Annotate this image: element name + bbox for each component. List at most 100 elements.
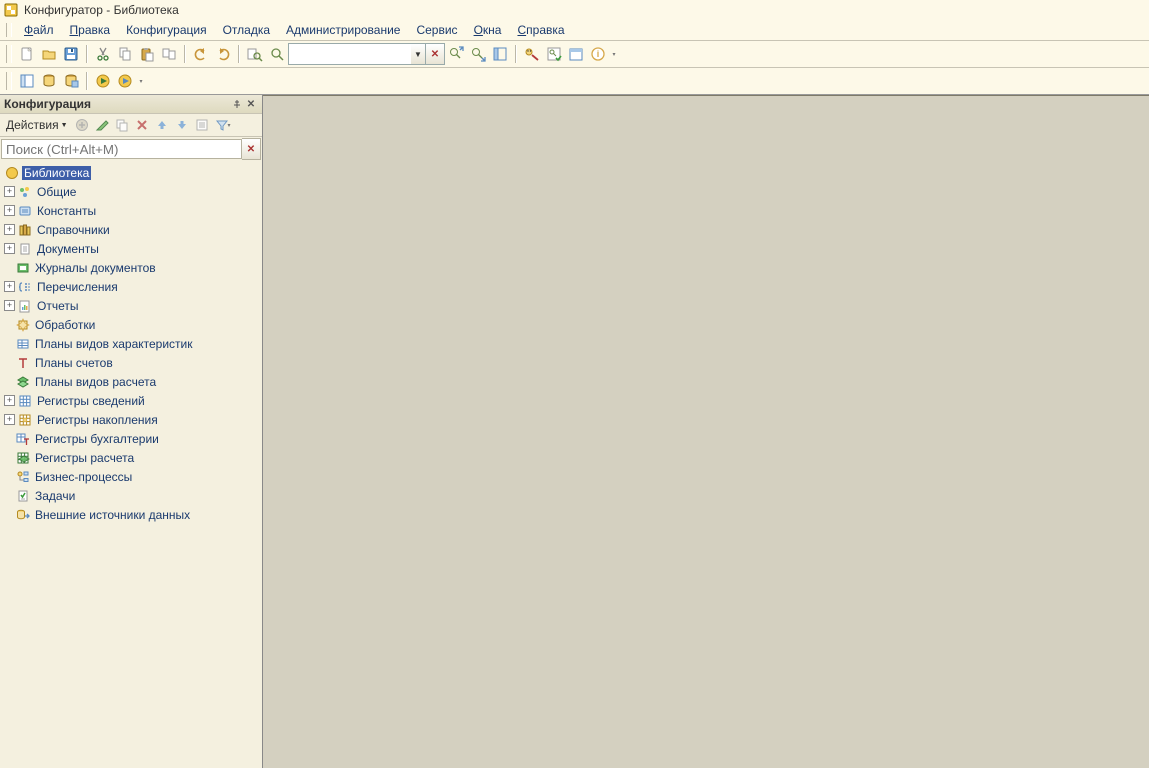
menu-file[interactable]: Файл [16, 21, 62, 39]
menu-help[interactable]: Справка [509, 21, 572, 39]
tree-item-accumreg[interactable]: + Регистры накопления [0, 410, 262, 429]
tree-item-tasks[interactable]: Задачи [0, 486, 262, 505]
tree-item-catalogs[interactable]: + Справочники [0, 220, 262, 239]
move-down-button[interactable] [172, 115, 192, 135]
calendar-button[interactable] [565, 43, 587, 65]
db-config-button[interactable] [38, 70, 60, 92]
tree-label[interactable]: Константы [35, 204, 98, 218]
tree-label[interactable]: Документы [35, 242, 101, 256]
tree-item-root[interactable]: Библиотека [0, 163, 262, 182]
tree-label[interactable]: Планы видов расчета [33, 375, 158, 389]
tree-item-accreg[interactable]: Регистры бухгалтерии [0, 429, 262, 448]
menu-handle[interactable] [6, 23, 12, 37]
expander-icon[interactable]: + [4, 300, 15, 311]
undo-button[interactable] [190, 43, 212, 65]
tree-label[interactable]: Регистры накопления [35, 413, 160, 427]
tree-item-constants[interactable]: + Константы [0, 201, 262, 220]
zoom-button[interactable] [266, 43, 288, 65]
start-debug-button[interactable] [92, 70, 114, 92]
tree-item-enums[interactable]: + Перечисления [0, 277, 262, 296]
expander-icon[interactable]: + [4, 395, 15, 406]
panel-search-clear[interactable]: ✕ [242, 138, 261, 160]
help-dropdown[interactable]: ▾ [609, 43, 619, 65]
tree-item-common[interactable]: + Общие [0, 182, 262, 201]
menu-service[interactable]: Сервис [408, 21, 465, 39]
add-button[interactable] [72, 115, 92, 135]
tree-item-reports[interactable]: + Отчеты [0, 296, 262, 315]
expander-icon[interactable]: + [4, 224, 15, 235]
copy-tree-button[interactable] [112, 115, 132, 135]
expander-icon[interactable]: + [4, 243, 15, 254]
tree-label[interactable]: Перечисления [35, 280, 120, 294]
close-panel-icon[interactable]: ✕ [244, 97, 258, 111]
compare-button[interactable] [158, 43, 180, 65]
tree-label[interactable]: Планы счетов [33, 356, 115, 370]
actions-menu[interactable]: Действия ▼ [2, 118, 72, 132]
tree-label[interactable]: Регистры сведений [35, 394, 147, 408]
tree-item-bp[interactable]: Бизнес-процессы [0, 467, 262, 486]
tree-label[interactable]: Обработки [33, 318, 97, 332]
menu-debug[interactable]: Отладка [215, 21, 278, 39]
menu-admin[interactable]: Администрирование [278, 21, 408, 39]
tree-label[interactable]: Регистры бухгалтерии [33, 432, 161, 446]
tree-item-journals[interactable]: Журналы документов [0, 258, 262, 277]
redo-button[interactable] [212, 43, 234, 65]
pin-icon[interactable] [230, 97, 244, 111]
help-button[interactable]: i [587, 43, 609, 65]
cut-button[interactable] [92, 43, 114, 65]
expander-icon[interactable]: + [4, 281, 15, 292]
syntax-assist-button[interactable] [521, 43, 543, 65]
menu-edit[interactable]: Правка [62, 21, 119, 39]
tree-item-processing[interactable]: Обработки [0, 315, 262, 334]
tree-label[interactable]: Журналы документов [33, 261, 158, 275]
open-config-button[interactable] [16, 70, 38, 92]
toolbar2-handle[interactable] [6, 72, 12, 90]
tree-label[interactable]: Регистры расчета [33, 451, 136, 465]
start-dropdown[interactable]: ▾ [136, 70, 146, 92]
tree-label[interactable]: Отчеты [35, 299, 80, 313]
start-1c-button[interactable] [114, 70, 136, 92]
expander-icon[interactable]: + [4, 186, 15, 197]
tree-item-extds[interactable]: Внешние источники данных [0, 505, 262, 524]
toolbar-search-dropdown[interactable]: ▼ [411, 43, 426, 65]
menu-windows[interactable]: Окна [466, 21, 510, 39]
toolbar-handle[interactable] [6, 45, 12, 63]
paste-button[interactable] [136, 43, 158, 65]
menu-config[interactable]: Конфигурация [118, 21, 215, 39]
filter-button[interactable] [212, 115, 232, 135]
update-db-button[interactable] [60, 70, 82, 92]
nav-prev-button[interactable] [445, 43, 467, 65]
edit-button[interactable] [92, 115, 112, 135]
nav-next-button[interactable] [467, 43, 489, 65]
tree-label[interactable]: Общие [35, 185, 78, 199]
tree-item-pvr[interactable]: Планы видов расчета [0, 372, 262, 391]
tree-label[interactable]: Внешние источники данных [33, 508, 192, 522]
open-button[interactable] [38, 43, 60, 65]
tree-item-accounts[interactable]: Планы счетов [0, 353, 262, 372]
tree-item-documents[interactable]: + Документы [0, 239, 262, 258]
save-button[interactable] [60, 43, 82, 65]
expander-icon[interactable]: + [4, 205, 15, 216]
configuration-tree[interactable]: Библиотека + Общие + Константы + Справочники + Д… [0, 161, 262, 768]
find-button[interactable] [244, 43, 266, 65]
toolbar-search-input[interactable] [288, 43, 411, 65]
tree-item-calcreg[interactable]: Регистры расчета [0, 448, 262, 467]
tree-item-inforeg[interactable]: + Регистры сведений [0, 391, 262, 410]
search-box[interactable]: ▼ ✕ [288, 43, 445, 65]
panel-search-input[interactable] [1, 139, 242, 159]
toolbar-search-clear[interactable]: ✕ [426, 43, 445, 65]
toggle-panel-button[interactable] [489, 43, 511, 65]
tree-label[interactable]: Бизнес-процессы [33, 470, 134, 484]
tree-label[interactable]: Справочники [35, 223, 112, 237]
tree-label[interactable]: Планы видов характеристик [33, 337, 194, 351]
expander-icon[interactable]: + [4, 414, 15, 425]
tree-label[interactable]: Задачи [33, 489, 77, 503]
delete-button[interactable] [132, 115, 152, 135]
tree-item-pvk[interactable]: Планы видов характеристик [0, 334, 262, 353]
new-button[interactable] [16, 43, 38, 65]
tree-label[interactable]: Библиотека [22, 166, 91, 180]
copy-button[interactable] [114, 43, 136, 65]
sort-button[interactable] [192, 115, 212, 135]
move-up-button[interactable] [152, 115, 172, 135]
syntax-check-button[interactable] [543, 43, 565, 65]
